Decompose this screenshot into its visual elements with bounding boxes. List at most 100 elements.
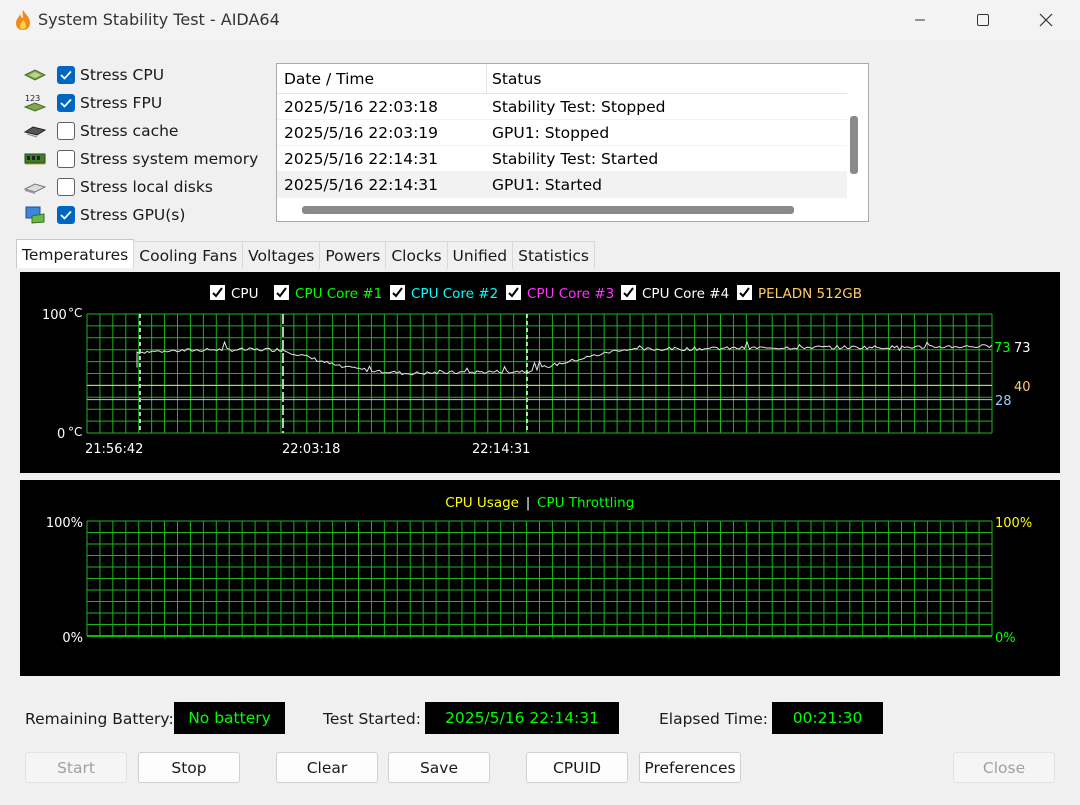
close-button[interactable]: Close [953,752,1055,783]
stress-gpu-label: Stress GPU(s) [80,206,186,224]
current-value-readout: 73 [1014,341,1031,356]
close-window-button[interactable] [1016,0,1076,40]
vertical-scrollbar[interactable] [850,116,858,174]
event-log-list[interactable]: Date / Time Status 2025/5/16 22:03:18 St… [276,63,869,222]
stress-cache-label: Stress cache [80,122,179,140]
usage-left-min: 0% [62,631,83,646]
usage-right-max: 100% [995,516,1032,531]
stress-gpu-checkbox[interactable] [57,206,75,224]
tab-clocks[interactable]: Clocks [385,241,448,269]
tab-statistics[interactable]: Statistics [512,241,595,269]
tab-temperatures[interactable]: Temperatures [16,239,135,268]
legend-label: CPU Core #4 [642,286,729,302]
temperature-graph: CPU CPU Core #1 CPU Core #2 CPU Core #3 CPU … [42,285,1031,457]
minimize-icon [915,19,925,21]
horizontal-scrollbar[interactable] [302,206,794,214]
y-min-label: 0 [57,427,65,442]
clear-button[interactable]: Clear [276,752,378,783]
y-max-unit: °C [68,306,82,320]
memory-module-icon [24,149,48,169]
fpu-123-icon: 123 [24,93,48,113]
cpu-usage-graph: CPU Usage | CPU Throttling 100% 0% 100% … [46,495,1032,646]
log-time: 2025/5/16 22:03:18 [284,98,439,116]
legend-label: CPU Core #3 [527,286,614,302]
tab-powers[interactable]: Powers [319,241,387,269]
stress-gpu-option[interactable]: Stress GPU(s) [24,203,185,227]
save-button[interactable]: Save [388,752,490,783]
usage-left-max: 100% [46,516,83,531]
close-icon [1039,13,1053,27]
log-row-selected[interactable]: 2025/5/16 22:14:31 GPU1: Started [277,172,847,198]
tab-voltages[interactable]: Voltages [242,241,321,269]
current-value-readout: 40 [1014,380,1031,395]
y-min-unit: °C [68,425,82,439]
elapsed-time-label: Elapsed Time: [659,710,768,728]
checkmark-icon [60,70,72,80]
stress-fpu-label: Stress FPU [80,94,163,112]
current-value-readout: 73 [994,341,1011,356]
stress-disks-label: Stress local disks [80,178,213,196]
x-tick-label: 21:56:42 [85,442,143,457]
start-button[interactable]: Start [25,752,127,783]
legend-label: CPU Core #2 [411,286,498,302]
graph-tabs: Temperatures Cooling Fans Voltages Power… [16,239,595,269]
log-row[interactable]: 2025/5/16 22:14:31 Stability Test: Start… [277,146,847,172]
checkmark-icon [60,210,72,220]
tab-unified[interactable]: Unified [446,241,514,269]
stop-button[interactable]: Stop [138,752,240,783]
legend-label: CPU Core #1 [295,286,382,302]
legend-separator: | [526,495,531,511]
temperature-graph-panel: CPU CPU Core #1 CPU Core #2 CPU Core #3 CPU … [20,272,1060,473]
stress-memory-option[interactable]: Stress system memory [24,147,258,171]
title-bar: System Stability Test - AIDA64 [0,0,1080,40]
usage-right-min: 0% [995,631,1016,646]
legend-label: PELADN 512GB [758,286,862,302]
stress-memory-label: Stress system memory [80,150,259,168]
maximize-button[interactable] [953,0,1013,40]
flame-app-icon [16,10,30,30]
stress-fpu-checkbox[interactable] [57,94,75,112]
stress-cache-option[interactable]: Stress cache [24,119,178,143]
minimize-button[interactable] [890,0,950,40]
checkmark-icon [60,98,72,108]
column-header-status[interactable]: Status [487,64,847,93]
log-status: Stability Test: Started [492,150,659,168]
log-time: 2025/5/16 22:14:31 [284,176,439,194]
stress-disks-checkbox[interactable] [57,178,75,196]
gpu-monitor-icon [24,205,48,225]
window-title: System Stability Test - AIDA64 [38,10,280,29]
cpu-usage-graph-panel: CPU Usage | CPU Throttling 100% 0% 100% … [20,480,1060,676]
disk-drive-icon [24,177,48,197]
log-time: 2025/5/16 22:03:19 [284,124,439,142]
test-started-value: 2025/5/16 22:14:31 [425,702,619,734]
log-status: Stability Test: Stopped [492,98,666,116]
log-time: 2025/5/16 22:14:31 [284,150,439,168]
stress-fpu-option[interactable]: 123 Stress FPU [24,91,162,115]
cpu-chip-icon [24,65,48,85]
log-row[interactable]: 2025/5/16 22:03:18 Stability Test: Stopp… [277,94,847,120]
battery-label: Remaining Battery: [25,710,174,728]
column-header-datetime[interactable]: Date / Time [277,64,487,93]
preferences-button[interactable]: Preferences [639,752,741,783]
cpu-series-line [136,340,993,376]
stress-memory-checkbox[interactable] [57,150,75,168]
tab-cooling-fans[interactable]: Cooling Fans [133,241,244,269]
cpuid-button[interactable]: CPUID [526,752,628,783]
stress-cpu-label: Stress CPU [80,66,165,84]
stress-cpu-option[interactable]: Stress CPU [24,63,164,87]
stress-cache-checkbox[interactable] [57,122,75,140]
svg-text:123: 123 [25,94,40,103]
x-tick-label: 22:03:18 [282,442,340,457]
log-status: GPU1: Started [492,176,602,194]
y-max-label: 100 [42,308,67,323]
x-tick-label: 22:14:31 [472,442,530,457]
stress-cpu-checkbox[interactable] [57,66,75,84]
battery-value: No battery [174,702,285,734]
current-value-readout: 28 [995,394,1012,409]
log-row[interactable]: 2025/5/16 22:03:19 GPU1: Stopped [277,120,847,146]
stress-disks-option[interactable]: Stress local disks [24,175,213,199]
legend-cpu-usage: CPU Usage [445,495,519,511]
log-header: Date / Time Status [277,64,847,94]
test-started-label: Test Started: [323,710,421,728]
log-status: GPU1: Stopped [492,124,610,142]
